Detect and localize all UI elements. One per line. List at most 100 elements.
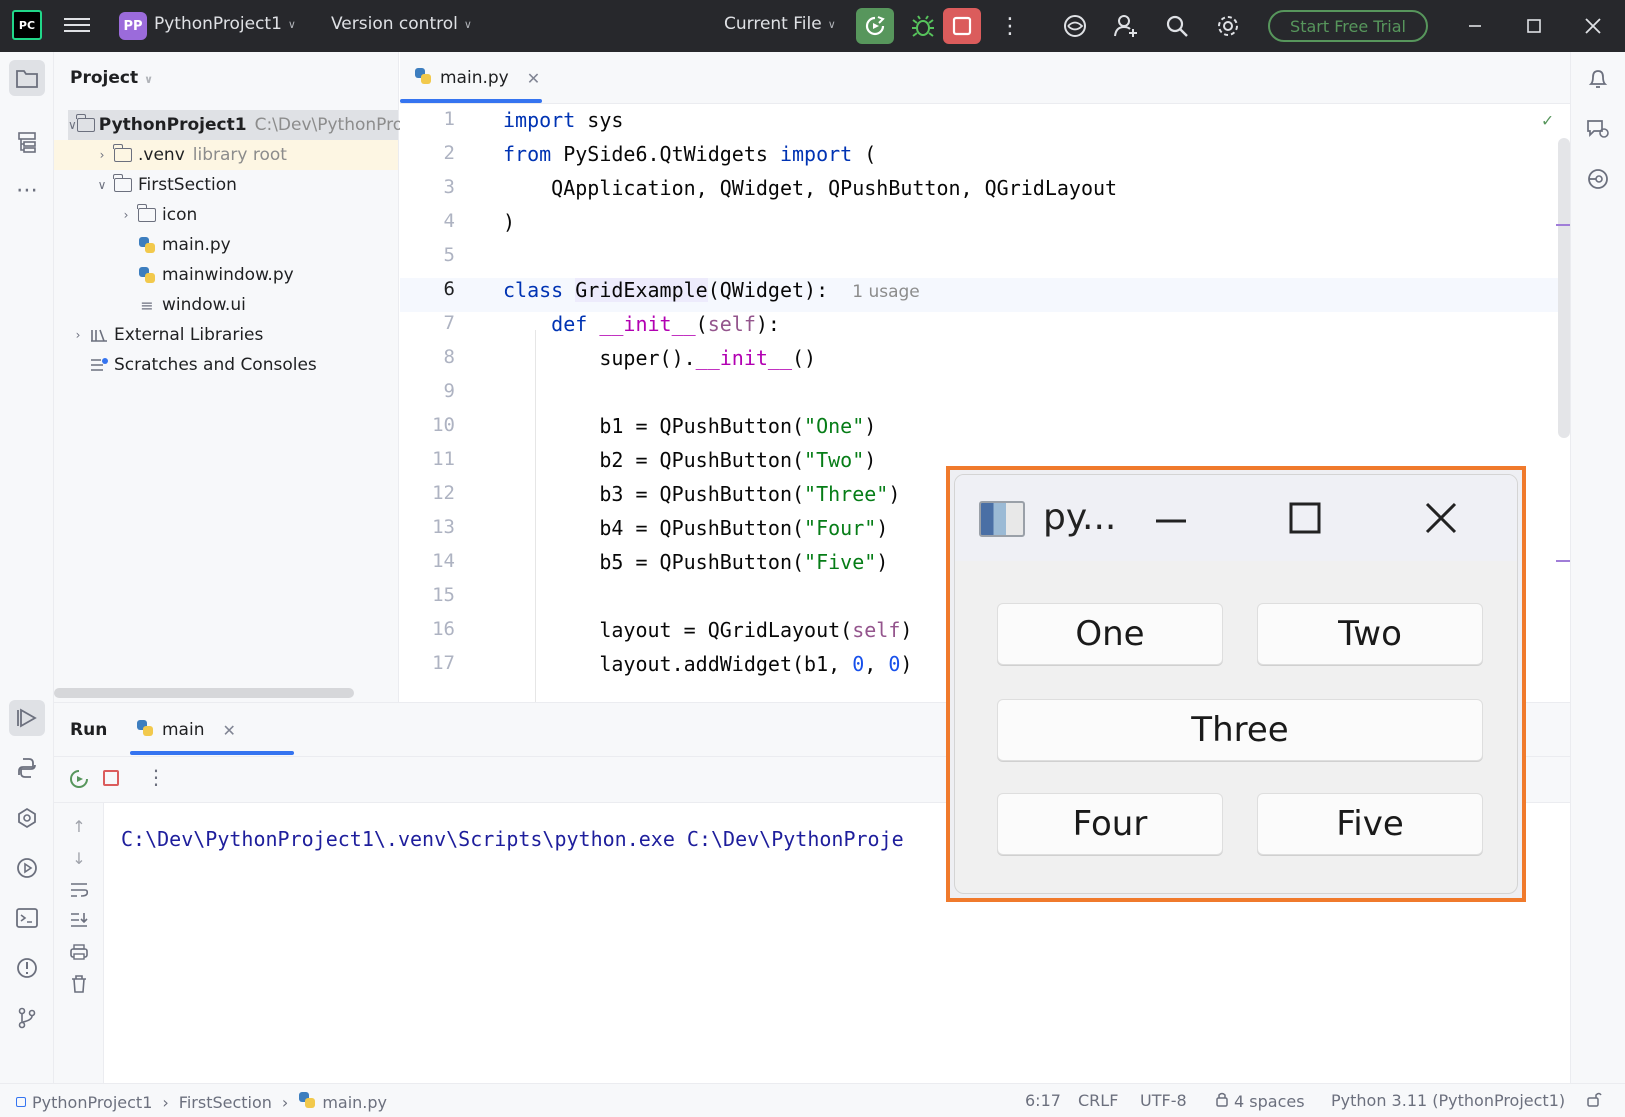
change-marker xyxy=(1556,560,1570,562)
tree-item-venv[interactable]: › .venv library root xyxy=(54,140,398,170)
qt-button-three[interactable]: Three xyxy=(997,699,1483,761)
project-selector[interactable]: PythonProject1 ∨ xyxy=(154,14,296,34)
ai-assistant-icon[interactable] xyxy=(1059,10,1091,42)
code-line: import sys xyxy=(503,108,624,132)
horizontal-scrollbar[interactable] xyxy=(54,688,354,698)
qt-button-four[interactable]: Four xyxy=(997,793,1223,855)
structure-icon[interactable] xyxy=(9,124,45,160)
breadcrumb: PythonProject1 › FirstSection › main.py xyxy=(16,1091,387,1113)
status-bar: PythonProject1 › FirstSection › main.py … xyxy=(0,1083,1625,1117)
tree-item-icon-folder[interactable]: › icon xyxy=(116,200,197,230)
terminal-icon[interactable] xyxy=(9,900,45,936)
notifications-icon[interactable] xyxy=(1581,62,1615,96)
tree-item-scratches[interactable]: Scratches and Consoles xyxy=(88,350,317,380)
folder-icon xyxy=(136,204,158,222)
caret-position[interactable]: 6:17 xyxy=(1025,1091,1061,1110)
console-output-line[interactable]: C:\Dev\PythonProject1\.venv\Scripts\pyth… xyxy=(121,827,904,851)
qt-title-bar[interactable]: py... xyxy=(955,475,1517,561)
start-free-trial-button[interactable]: Start Free Trial xyxy=(1268,10,1428,42)
python-file-icon xyxy=(136,266,158,284)
run-tab-main[interactable]: main ✕ xyxy=(136,703,236,757)
gear-icon[interactable] xyxy=(1212,10,1244,42)
more-icon[interactable]: ⋮ xyxy=(994,10,1026,42)
qt-button-one[interactable]: One xyxy=(997,603,1223,665)
tree-item-mainwindow-py[interactable]: mainwindow.py xyxy=(136,260,294,290)
tree-item-window-ui[interactable]: ≡ window.ui xyxy=(136,290,246,320)
services-icon[interactable] xyxy=(9,850,45,886)
project-badge[interactable]: PP xyxy=(119,12,147,40)
scroll-up-icon[interactable]: ↑ xyxy=(66,813,92,839)
soft-wrap-icon[interactable] xyxy=(66,877,92,903)
tree-item-firstsection[interactable]: ∨ FirstSection xyxy=(92,170,237,200)
code-line: b5 = QPushButton("Five") xyxy=(503,550,889,574)
minimize-icon[interactable] xyxy=(1141,493,1201,543)
git-icon[interactable] xyxy=(9,1000,45,1036)
breadcrumb-project[interactable]: PythonProject1 xyxy=(32,1093,152,1112)
more-tools-icon[interactable]: ⋯ xyxy=(9,172,45,208)
hamburger-icon[interactable] xyxy=(64,14,90,36)
vertical-scrollbar[interactable] xyxy=(1558,138,1570,438)
maximize-icon[interactable] xyxy=(1275,493,1335,543)
library-icon xyxy=(88,327,110,343)
debug-button[interactable] xyxy=(905,8,941,44)
version-control-menu[interactable]: Version control ∨ xyxy=(331,14,472,34)
run-icon xyxy=(865,16,885,36)
file-encoding[interactable]: UTF-8 xyxy=(1140,1091,1187,1110)
stop-button[interactable] xyxy=(943,8,981,44)
tree-item-project-root[interactable]: ∨ PythonProject1 C:\Dev\PythonProj xyxy=(68,110,408,140)
tree-item-main-py[interactable]: main.py xyxy=(136,230,231,260)
tab-main-py[interactable]: main.py ✕ xyxy=(414,52,540,104)
breadcrumb-file[interactable]: main.py xyxy=(322,1093,387,1112)
usage-hint[interactable]: 1 usage xyxy=(852,282,920,302)
no-problems-check-icon[interactable]: ✓ xyxy=(1542,110,1553,131)
scroll-down-icon[interactable]: ↓ xyxy=(66,845,92,871)
project-panel-title-label: Project xyxy=(70,68,139,88)
problems-icon[interactable] xyxy=(9,950,45,986)
rerun-button[interactable] xyxy=(856,8,894,44)
chevron-right-icon: › xyxy=(123,208,129,222)
more-icon[interactable]: ⋮ xyxy=(146,765,166,789)
project-name: PythonProject1 xyxy=(154,14,282,34)
code-line: from PySide6.QtWidgets import ( xyxy=(503,142,877,166)
python-console-icon[interactable] xyxy=(9,800,45,836)
print-icon[interactable] xyxy=(66,939,92,965)
tree-item-hint: library root xyxy=(192,145,287,165)
close-icon[interactable] xyxy=(1573,10,1613,42)
close-icon[interactable] xyxy=(1411,493,1471,543)
maximize-icon[interactable] xyxy=(1514,10,1554,42)
python-interpreter[interactable]: Python 3.11 (PythonProject1) xyxy=(1331,1091,1565,1110)
folder-icon xyxy=(112,144,134,162)
close-run-tab-icon[interactable]: ✕ xyxy=(222,721,235,740)
indent-setting[interactable]: 4 spaces xyxy=(1215,1091,1305,1111)
run-config-selector[interactable]: Current File ∨ xyxy=(724,14,836,34)
readonly-lock-icon[interactable] xyxy=(1586,1091,1602,1107)
python-packages-icon[interactable] xyxy=(9,750,45,786)
python-file-icon xyxy=(298,1091,316,1113)
line-separator[interactable]: CRLF xyxy=(1078,1091,1118,1110)
chevron-down-icon: ∨ xyxy=(287,17,296,31)
qt-button-five[interactable]: Five xyxy=(1257,793,1483,855)
project-panel-title[interactable]: Project ∨ xyxy=(70,68,153,88)
search-icon[interactable] xyxy=(1161,10,1193,42)
breadcrumb-folder[interactable]: FirstSection xyxy=(179,1093,272,1112)
tree-item-label: main.py xyxy=(162,235,231,255)
project-folder-icon[interactable] xyxy=(9,60,45,96)
qt-button-two[interactable]: Two xyxy=(1257,603,1483,665)
rerun-icon[interactable] xyxy=(68,768,90,795)
copilot-icon[interactable] xyxy=(1581,162,1615,196)
stop-icon[interactable] xyxy=(102,769,122,794)
ai-chat-icon[interactable] xyxy=(1581,112,1615,146)
tree-item-external-libraries[interactable]: › External Libraries xyxy=(68,320,264,350)
pycharm-logo[interactable]: PC xyxy=(12,10,42,40)
line-number: 6 xyxy=(443,278,455,300)
close-tab-icon[interactable]: ✕ xyxy=(527,69,540,88)
tree-item-label: PythonProject1 xyxy=(98,115,247,135)
run-tool-icon[interactable] xyxy=(9,700,45,736)
minimize-icon[interactable] xyxy=(1455,10,1495,42)
line-number: 12 xyxy=(432,482,455,504)
code-line: layout.addWidget(b1, 0, 0) xyxy=(503,652,913,676)
trash-icon[interactable] xyxy=(66,971,92,997)
line-number: 2 xyxy=(443,142,455,164)
add-user-icon[interactable] xyxy=(1110,10,1142,42)
scroll-to-end-icon[interactable] xyxy=(66,907,92,933)
